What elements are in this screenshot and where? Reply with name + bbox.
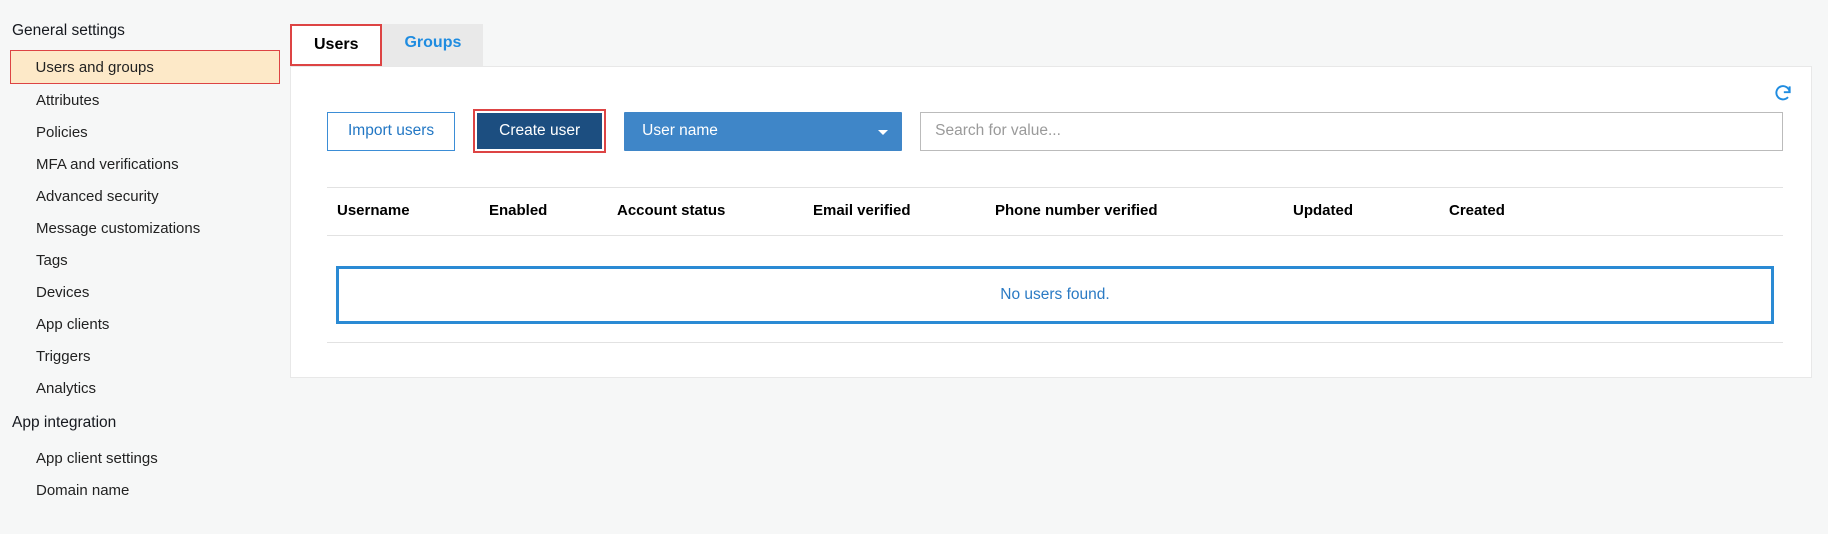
sidebar-item-app-clients[interactable]: App clients [10,308,280,340]
users-panel: Import users Create user User name Usern… [290,66,1812,378]
sidebar-item-label: Advanced security [36,188,159,205]
sidebar-section-header-app-integration: App integration [10,414,280,432]
sidebar-item-app-client-settings[interactable]: App client settings [10,442,280,474]
sidebar-item-label: Devices [36,284,89,301]
empty-state: No users found. [336,266,1774,324]
create-user-button[interactable]: Create user [477,113,602,149]
sidebar-item-message-customizations[interactable]: Message customizations [10,212,280,244]
sidebar-item-mfa-verifications[interactable]: MFA and verifications [10,148,280,180]
column-header-enabled[interactable]: Enabled [489,202,617,219]
refresh-icon[interactable] [1773,83,1793,103]
empty-state-text: No users found. [1000,286,1109,303]
sidebar-item-label: Policies [36,124,88,141]
sidebar-item-domain-name[interactable]: Domain name [10,474,280,506]
tab-groups[interactable]: Groups [382,24,483,66]
users-table: Username Enabled Account status Email ve… [327,187,1783,343]
column-header-created[interactable]: Created [1449,202,1783,219]
sidebar-item-advanced-security[interactable]: Advanced security [10,180,280,212]
sidebar-item-policies[interactable]: Policies [10,116,280,148]
sidebar-item-attributes[interactable]: Attributes [10,84,280,116]
sidebar-item-label: Users and groups [36,59,154,76]
sidebar-item-label: Triggers [36,348,90,365]
column-header-updated[interactable]: Updated [1293,202,1449,219]
sidebar-nav: General settings Users and groups Attrib… [0,0,280,506]
sidebar-item-label: App client settings [36,450,158,467]
column-header-phone-verified[interactable]: Phone number verified [995,202,1293,219]
column-header-username[interactable]: Username [337,202,489,219]
table-footer-divider [327,342,1783,343]
tabs: Users Groups [290,24,1812,66]
sidebar-section-header-general: General settings [10,22,280,40]
sidebar-item-triggers[interactable]: Triggers [10,340,280,372]
toolbar: Import users Create user User name [327,109,1783,153]
sidebar-item-tags[interactable]: Tags [10,244,280,276]
sidebar-item-analytics[interactable]: Analytics [10,372,280,404]
column-header-account-status[interactable]: Account status [617,202,813,219]
sidebar-item-label: MFA and verifications [36,156,179,173]
sidebar-item-devices[interactable]: Devices [10,276,280,308]
column-header-email-verified[interactable]: Email verified [813,202,995,219]
search-input[interactable] [920,112,1783,151]
sidebar-item-label: Tags [36,252,68,269]
search-attribute-select[interactable]: User name [624,112,902,151]
tab-label: Groups [404,34,461,51]
sidebar-item-label: App clients [36,316,109,333]
tab-users[interactable]: Users [290,24,382,66]
import-users-button[interactable]: Import users [327,112,455,151]
sidebar-item-label: Domain name [36,482,129,499]
sidebar-item-label: Message customizations [36,220,200,237]
select-value: User name [642,122,718,140]
sidebar-item-users-and-groups[interactable]: Users and groups [10,50,280,84]
table-header-row: Username Enabled Account status Email ve… [327,188,1783,235]
sidebar-item-label: Attributes [36,92,99,109]
tab-label: Users [314,36,358,53]
main-content: Users Groups Import users Create user Us… [280,0,1828,506]
sidebar-item-label: Analytics [36,380,96,397]
create-user-highlight: Create user [473,109,606,153]
